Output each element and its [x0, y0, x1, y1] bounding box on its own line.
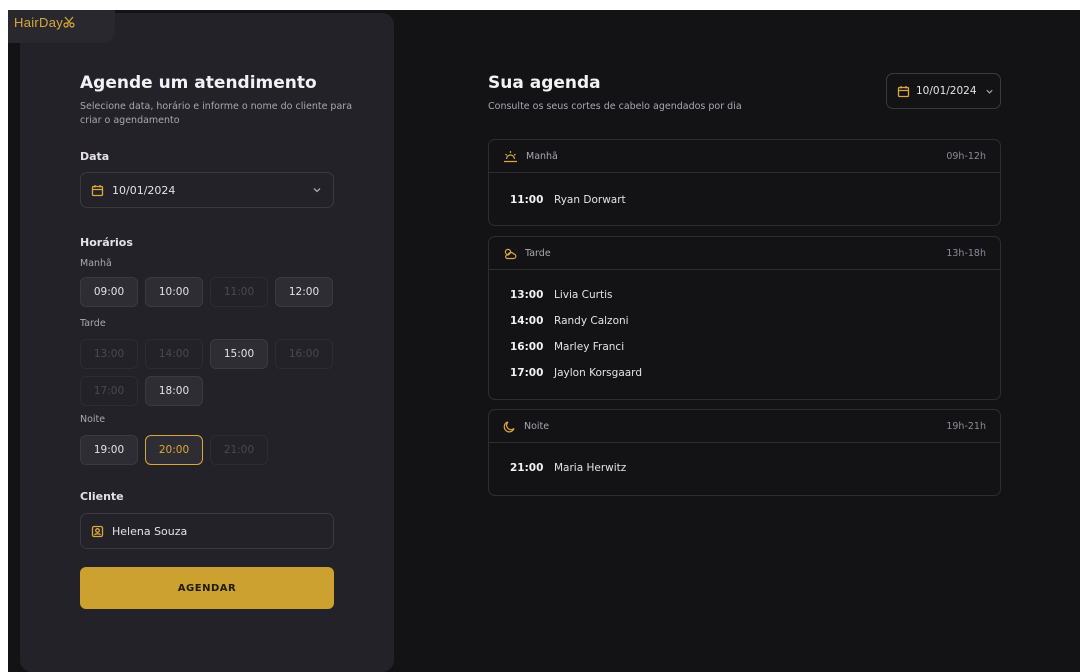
time-slot-1900[interactable]: 19:00 [80, 435, 138, 465]
time-slot-1000[interactable]: 10:00 [145, 277, 203, 307]
chevron-down-icon [311, 184, 323, 196]
agenda-subtitle: Consulte os seus cortes de cabelo agenda… [488, 101, 742, 112]
appointment-row[interactable]: 16:00 Marley Franci [510, 341, 624, 353]
time-slot-1400: 14:00 [145, 339, 203, 369]
appointment-name: Livia Curtis [554, 289, 613, 301]
user-square-icon [91, 525, 104, 538]
time-slot-1300: 13:00 [80, 339, 138, 369]
cloud-sun-icon [503, 247, 517, 260]
agenda-date-value: 10/01/2024 [916, 85, 977, 97]
section-range: 13h-18h [946, 247, 986, 259]
scissors-icon [63, 15, 75, 30]
appointment-row[interactable]: 17:00 Jaylon Korsgaard [510, 367, 642, 379]
date-label: Data [80, 150, 110, 163]
sunrise-icon [503, 150, 518, 163]
period-label-morning: Manhã [80, 258, 112, 269]
calendar-icon [91, 184, 104, 197]
appointment-time: 14:00 [510, 315, 544, 327]
appointment-name: Ryan Dorwart [554, 194, 626, 206]
client-label: Cliente [80, 490, 124, 503]
time-slot-1200[interactable]: 12:00 [275, 277, 333, 307]
client-input[interactable]: Helena Souza [80, 513, 334, 549]
appointment-row[interactable]: 11:00 Ryan Dorwart [510, 194, 626, 206]
form-title: Agende um atendimento [80, 73, 317, 93]
appointment-row[interactable]: 14:00 Randy Calzoni [510, 315, 629, 327]
agenda-section-afternoon: Tarde 13h-18h 13:00 Livia Curtis 14:00 R… [488, 236, 1001, 400]
agenda-title: Sua agenda [488, 73, 601, 93]
time-slot-1500[interactable]: 15:00 [210, 339, 268, 369]
form-subtitle: Selecione data, horário e informe o nome… [80, 100, 352, 128]
chevron-down-icon [984, 86, 995, 97]
time-slot-1700: 17:00 [80, 376, 138, 406]
appointment-time: 13:00 [510, 289, 544, 301]
schedule-button[interactable]: AGENDAR [80, 567, 334, 609]
time-slot-2100: 21:00 [210, 435, 268, 465]
period-label-afternoon: Tarde [80, 318, 106, 329]
form-subtitle-line1: Selecione data, horário e informe o nome… [80, 101, 353, 112]
times-label: Horários [80, 236, 133, 249]
appointment-row[interactable]: 13:00 Livia Curtis [510, 289, 612, 301]
appointment-time: 16:00 [510, 341, 544, 353]
section-title: Manhã [526, 150, 558, 162]
date-value: 10/01/2024 [112, 183, 176, 197]
section-header: Noite 19h-21h [489, 410, 1000, 443]
moon-icon [503, 420, 516, 433]
appointment-name: Randy Calzoni [554, 315, 629, 327]
period-label-night: Noite [80, 414, 106, 425]
section-title: Tarde [525, 247, 551, 259]
appointment-name: Jaylon Korsgaard [554, 367, 642, 379]
calendar-icon [897, 85, 910, 98]
appointment-row[interactable]: 21:00 Maria Herwitz [510, 462, 626, 474]
appointment-time: 17:00 [510, 367, 544, 379]
appointment-time: 21:00 [510, 462, 544, 474]
agenda-date-picker[interactable]: 10/01/2024 [886, 73, 1001, 109]
logo[interactable]: HairDay [14, 15, 75, 30]
agenda-section-morning: Manhã 09h-12h 11:00 Ryan Dorwart [488, 139, 1001, 226]
section-title: Noite [524, 420, 550, 432]
section-range: 09h-12h [946, 150, 986, 162]
time-slot-1800[interactable]: 18:00 [145, 376, 203, 406]
appointment-name: Maria Herwitz [554, 462, 627, 474]
agenda-section-night: Noite 19h-21h 21:00 Maria Herwitz [488, 409, 1001, 496]
appointment-name: Marley Franci [554, 341, 625, 353]
time-slot-2000[interactable]: 20:00 [145, 435, 203, 465]
time-slot-1100: 11:00 [210, 277, 268, 307]
section-range: 19h-21h [946, 420, 986, 432]
date-input[interactable]: 10/01/2024 [80, 172, 334, 208]
time-slot-1600: 16:00 [275, 339, 333, 369]
client-value: Helena Souza [112, 524, 188, 538]
section-header: Manhã 09h-12h [489, 140, 1000, 173]
form-subtitle-line2: criar o agendamento [80, 115, 180, 126]
time-slot-0900[interactable]: 09:00 [80, 277, 138, 307]
section-header: Tarde 13h-18h [489, 237, 1000, 270]
appointment-time: 11:00 [510, 194, 544, 206]
logo-text: HairDay [14, 15, 64, 30]
